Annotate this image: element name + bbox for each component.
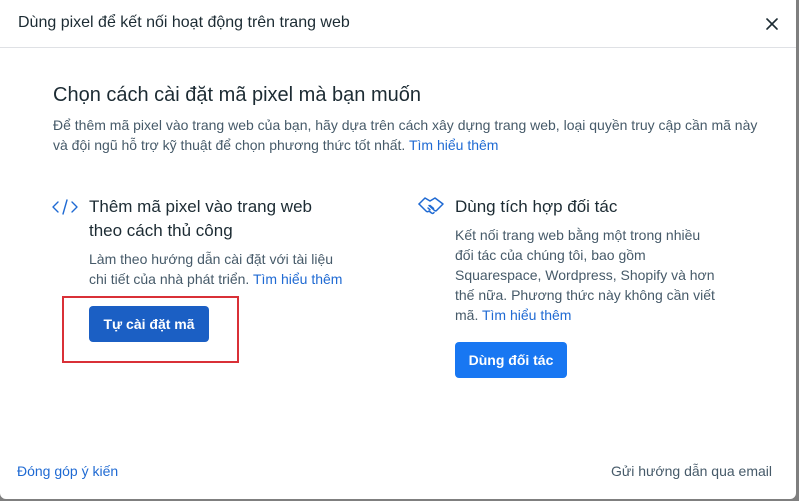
option-manual-title-line1: Thêm mã pixel vào trang web [89, 197, 312, 216]
option-partner-desc-line3: Squarespace, Wordpress, Shopify và hơn [455, 267, 715, 283]
option-partner-description: Kết nối trang web bằng một trong nhiều đ… [455, 225, 715, 325]
option-manual-desc-line2: chi tiết của nhà phát triển. Tìm hiểu th… [89, 269, 342, 289]
close-icon [766, 18, 778, 30]
use-partner-button[interactable]: Dùng đối tác [455, 342, 567, 378]
option-partner-learn-more-link[interactable]: Tìm hiểu thêm [482, 307, 571, 323]
intro-description: Để thêm mã pixel vào trang web của bạn, … [53, 115, 773, 155]
option-partner-desc-line4: thế nữa. Phương thức này không cần viết [455, 287, 715, 303]
intro-description-text: Để thêm mã pixel vào trang web của bạn, … [53, 117, 758, 153]
option-partner-desc-line1: Kết nối trang web bằng một trong nhiều [455, 227, 701, 243]
feedback-link[interactable]: Đóng góp ý kiến [17, 463, 118, 479]
option-manual-learn-more-link[interactable]: Tìm hiểu thêm [253, 271, 342, 287]
intro-heading: Chọn cách cài đặt mã pixel mà bạn muốn [53, 84, 421, 106]
code-icon [52, 199, 78, 215]
option-partner-desc-line5: mã. Tìm hiểu thêm [455, 305, 715, 325]
option-partner-desc-line2: đối tác của chúng tôi, bao gồm [455, 247, 646, 263]
option-manual-desc-line1: Làm theo hướng dẫn cài đặt với tài liệu [89, 251, 334, 267]
option-manual-desc-text: chi tiết của nhà phát triển. [89, 271, 250, 287]
option-manual-title-line2: theo cách thủ công [89, 221, 233, 240]
option-partner-title: Dùng tích hợp đối tác [455, 197, 618, 216]
dialog-title: Dùng pixel để kết nối hoạt động trên tra… [18, 14, 350, 31]
option-manual-description: Làm theo hướng dẫn cài đặt với tài liệu … [89, 249, 342, 289]
intro-learn-more-link[interactable]: Tìm hiểu thêm [409, 137, 498, 153]
email-instructions-link[interactable]: Gửi hướng dẫn qua email [611, 463, 772, 479]
close-button[interactable] [761, 13, 783, 35]
option-manual-title: Thêm mã pixel vào trang web theo cách th… [89, 195, 312, 243]
pixel-setup-dialog: Dùng pixel để kết nối hoạt động trên tra… [0, 0, 796, 499]
handshake-icon [418, 197, 444, 215]
dialog-header: Dùng pixel để kết nối hoạt động trên tra… [0, 0, 796, 48]
highlight-annotation-box [62, 296, 239, 363]
option-partner-desc-text: mã. [455, 307, 479, 323]
